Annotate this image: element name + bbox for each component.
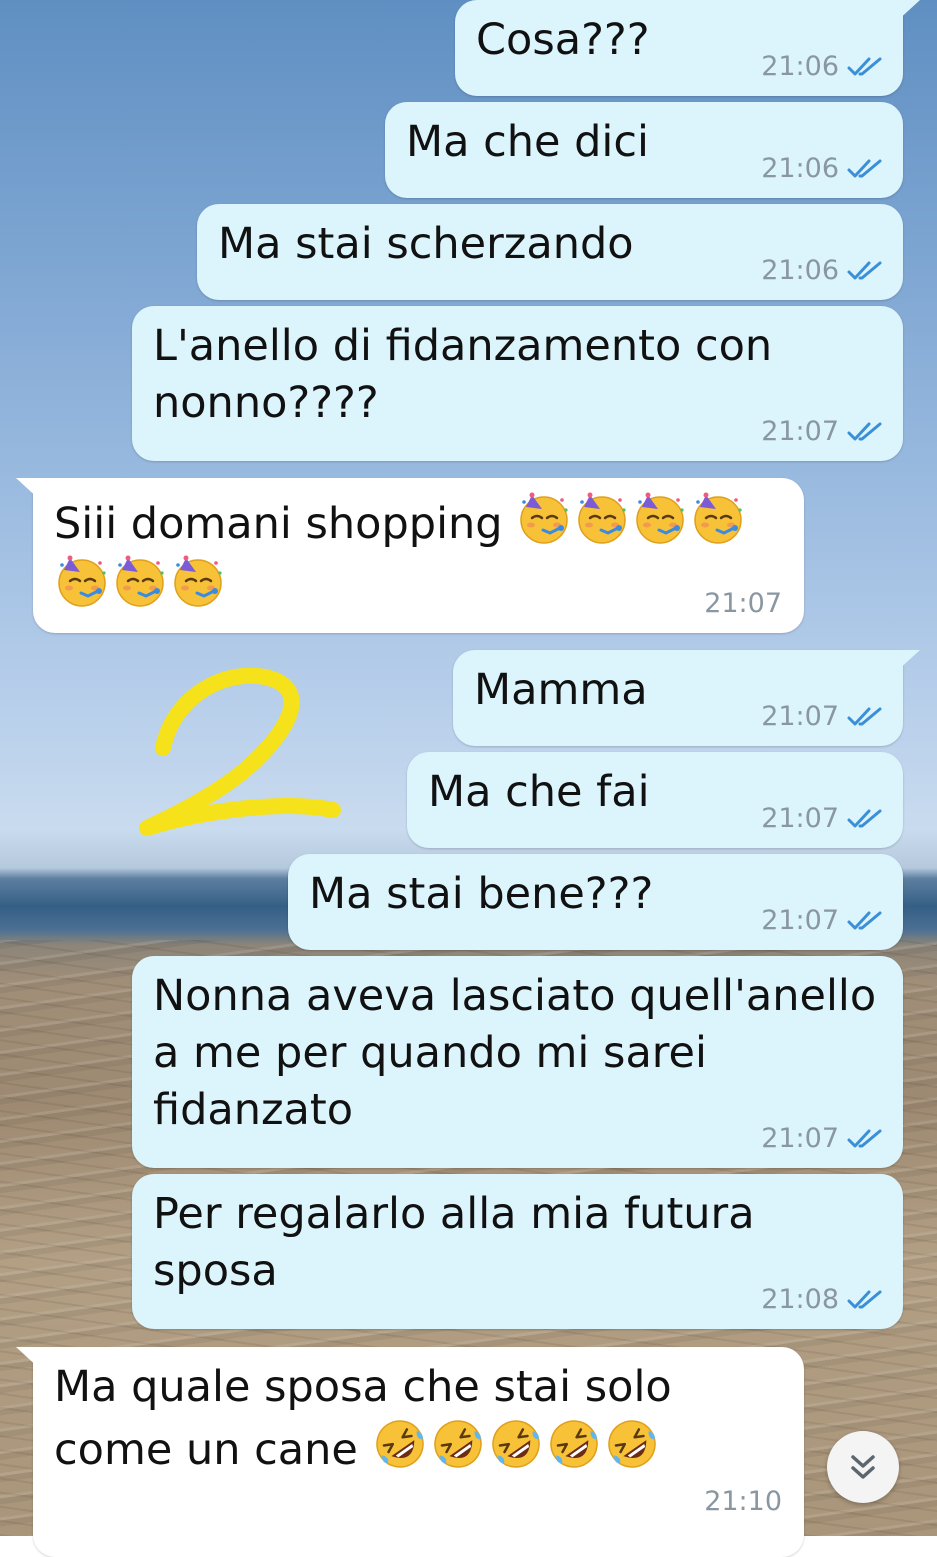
message-bubble-outgoing[interactable]: Cosa??? 21:06	[455, 0, 920, 96]
message-text: Nonna aveva lasciato quell'anello a me p…	[153, 971, 877, 1135]
message-time: 21:06	[761, 51, 839, 82]
double-check-icon	[847, 159, 882, 178]
partying-face-emoji-icon	[170, 553, 226, 609]
message-text: Per regalarlo alla mia futura sposa	[153, 1189, 755, 1296]
emoji-group	[372, 1420, 662, 1475]
message-bubble-incoming[interactable]: Ma quale sposa che stai solo come un can…	[16, 1347, 804, 1557]
message-time: 21:06	[761, 153, 839, 184]
message-bubble-outgoing[interactable]: Ma che fai 21:07	[407, 752, 903, 848]
double-check-icon	[847, 911, 882, 930]
double-check-icon	[847, 1129, 882, 1148]
double-chevron-down-icon	[851, 1455, 875, 1479]
message-time: 21:07	[761, 803, 839, 834]
message-bubble-outgoing[interactable]: Ma stai scherzando 21:06	[197, 204, 903, 300]
double-check-icon	[847, 261, 882, 280]
bubble-tail	[16, 478, 40, 500]
message-bubble-incoming[interactable]: Siii domani shopping 21:07	[16, 478, 804, 633]
partying-face-emoji-icon	[574, 490, 630, 546]
double-check-icon	[847, 422, 882, 441]
partying-face-emoji-icon	[54, 553, 110, 609]
message-bubble-outgoing[interactable]: Mamma 21:07	[453, 650, 920, 746]
message-bubble-outgoing[interactable]: Nonna aveva lasciato quell'anello a me p…	[132, 956, 903, 1168]
message-list[interactable]: Cosa??? 21:06 Ma che dici 21:06 Ma stai …	[0, 0, 937, 1557]
message-time: 21:07	[704, 588, 782, 619]
double-check-icon	[847, 707, 882, 726]
bubble-tail	[896, 650, 920, 672]
message-time: 21:08	[761, 1284, 839, 1315]
partying-face-emoji-icon	[690, 490, 746, 546]
partying-face-emoji-icon	[516, 490, 572, 546]
message-time: 21:07	[761, 416, 839, 447]
rolling-on-the-floor-laughing-emoji-icon	[372, 1416, 428, 1472]
message-time: 21:07	[761, 905, 839, 936]
double-check-icon	[847, 1290, 882, 1309]
message-text: Ma quale sposa che stai solo come un can…	[54, 1359, 784, 1479]
message-time: 21:06	[761, 255, 839, 286]
message-bubble-outgoing[interactable]: Per regalarlo alla mia futura sposa 21:0…	[132, 1174, 903, 1329]
message-bubble-outgoing[interactable]: L'anello di fidanzamento con nonno???? 2…	[132, 306, 903, 461]
message-bubble-outgoing[interactable]: Ma stai bene??? 21:07	[288, 854, 903, 950]
message-text: Siii domani shopping	[54, 490, 784, 616]
scroll-to-bottom-button[interactable]	[827, 1431, 899, 1503]
message-time: 21:07	[761, 1123, 839, 1154]
message-text: L'anello di fidanzamento con nonno????	[153, 321, 773, 428]
rolling-on-the-floor-laughing-emoji-icon	[488, 1416, 544, 1472]
bubble-tail	[896, 0, 920, 22]
partying-face-emoji-icon	[112, 553, 168, 609]
rolling-on-the-floor-laughing-emoji-icon	[546, 1416, 602, 1472]
double-check-icon	[847, 809, 882, 828]
message-time: 21:10	[704, 1486, 782, 1517]
rolling-on-the-floor-laughing-emoji-icon	[430, 1416, 486, 1472]
message-time: 21:07	[761, 701, 839, 732]
message-text-body: Siii domani shopping	[54, 499, 517, 549]
message-bubble-outgoing[interactable]: Ma che dici 21:06	[385, 102, 903, 198]
bubble-tail	[16, 1347, 40, 1369]
partying-face-emoji-icon	[632, 490, 688, 546]
rolling-on-the-floor-laughing-emoji-icon	[604, 1416, 660, 1472]
double-check-icon	[847, 57, 882, 76]
